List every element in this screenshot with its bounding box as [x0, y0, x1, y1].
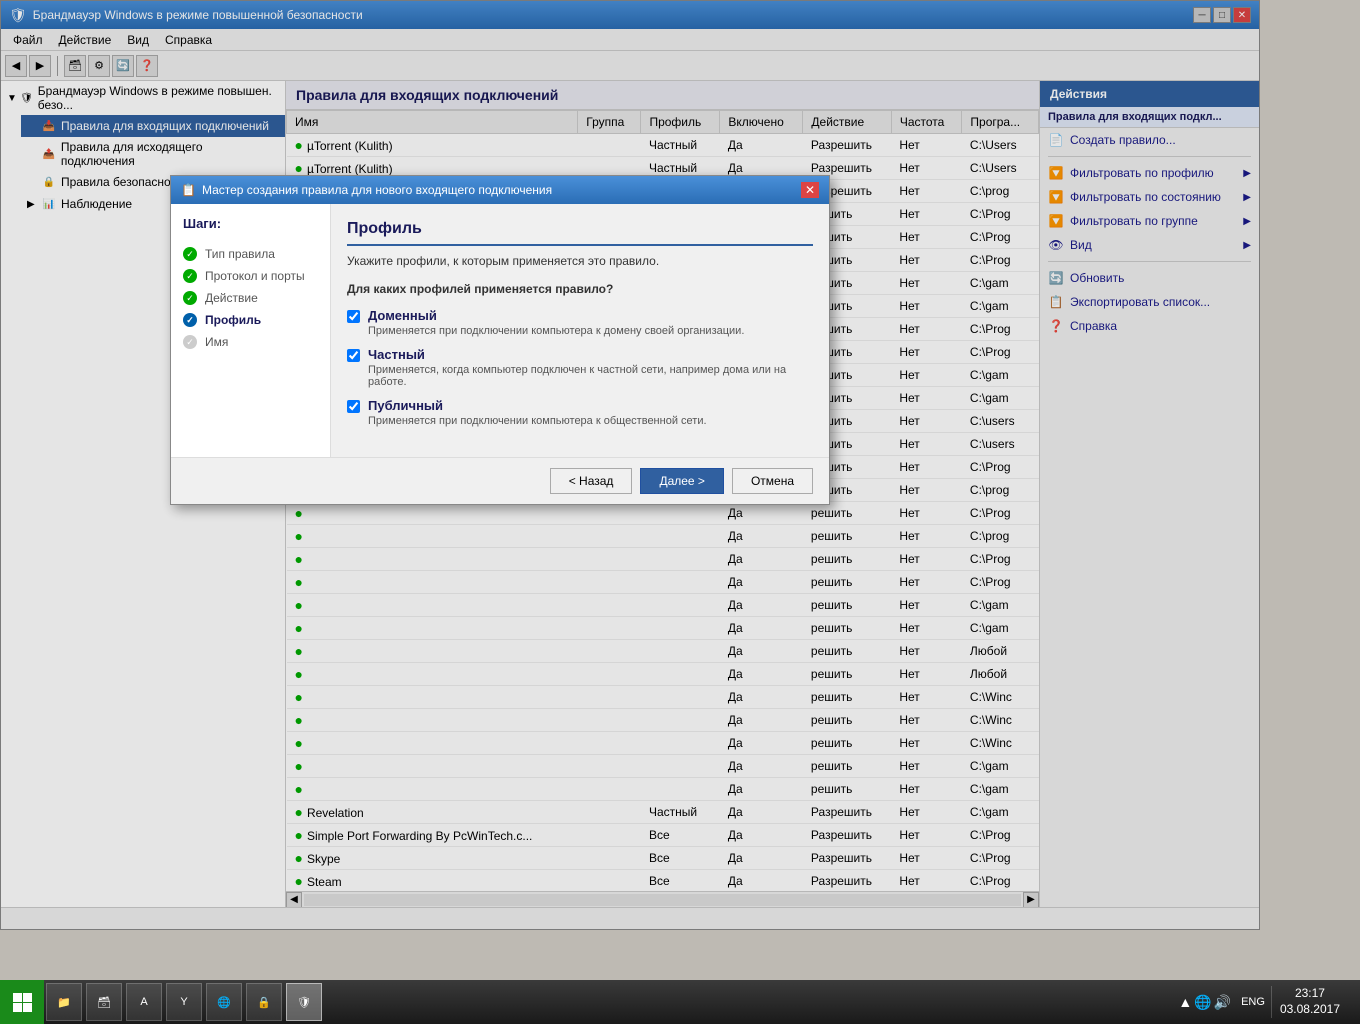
taskbar-items: 📁🗃AY🌐🔒🛡 — [44, 980, 324, 1024]
checkbox-label-0: Доменный Применяется при подключении ком… — [368, 308, 744, 337]
taskbar-item-3[interactable]: Y — [166, 983, 202, 1021]
checkbox-item-0: Доменный Применяется при подключении ком… — [347, 308, 813, 337]
dialog-content: Шаги: Тип правила Протокол и порты Дейст… — [171, 204, 829, 457]
dialog-step-1: Протокол и порты — [183, 265, 318, 287]
step-dot-2 — [183, 291, 197, 305]
profile-checkboxes: Доменный Применяется при подключении ком… — [347, 308, 813, 427]
sound-icon: 🔊 — [1214, 994, 1231, 1011]
dialog-steps-panel: Шаги: Тип правила Протокол и порты Дейст… — [171, 204, 331, 457]
dialog-footer: < Назад Далее > Отмена — [171, 457, 829, 504]
step-label-0: Тип правила — [205, 247, 275, 261]
dialog-step-4: Имя — [183, 331, 318, 353]
taskbar-right: ▲ 🌐 🔊 ENG 23:17 03.08.2017 — [1174, 986, 1360, 1017]
dialog-description: Укажите профили, к которым применяется э… — [347, 254, 813, 268]
dialog-close-button[interactable]: ✕ — [801, 182, 819, 198]
start-button[interactable] — [0, 980, 44, 1024]
dialog-title-bar: 📋 Мастер создания правила для нового вхо… — [171, 176, 829, 204]
step-dot-3 — [183, 313, 197, 327]
steps-heading: Шаги: — [183, 216, 318, 231]
checkbox-item-2: Публичный Применяется при подключении ко… — [347, 398, 813, 427]
network-icon: 🌐 — [1194, 994, 1211, 1011]
dialog-main-content: Профиль Укажите профили, к которым приме… — [331, 204, 829, 457]
dialog-question: Для каких профилей применяется правило? — [347, 282, 813, 296]
clock-time: 23:17 — [1280, 986, 1340, 1002]
dialog-step-2: Действие — [183, 287, 318, 309]
step-label-1: Протокол и порты — [205, 269, 305, 283]
checkbox-label-2: Публичный Применяется при подключении ко… — [368, 398, 707, 427]
notification-area: ▲ 🌐 🔊 — [1174, 994, 1235, 1011]
taskbar-item-2[interactable]: A — [126, 983, 162, 1021]
taskbar-item-4[interactable]: 🌐 — [206, 983, 242, 1021]
new-rule-dialog: 📋 Мастер создания правила для нового вхо… — [170, 175, 830, 505]
checkbox-1[interactable] — [347, 349, 360, 362]
back-button[interactable]: < Назад — [550, 468, 633, 494]
checkbox-item-1: Частный Применяется, когда компьютер под… — [347, 347, 813, 388]
cancel-button[interactable]: Отмена — [732, 468, 813, 494]
dialog-section-header: Профиль — [347, 220, 813, 246]
checkbox-2[interactable] — [347, 400, 360, 413]
steps-list: Тип правила Протокол и порты Действие Пр… — [183, 243, 318, 353]
step-dot-0 — [183, 247, 197, 261]
notif-up-arrow[interactable]: ▲ — [1178, 994, 1192, 1010]
dialog-step-3: Профиль — [183, 309, 318, 331]
checkbox-desc-0: Применяется при подключении компьютера к… — [368, 325, 744, 337]
dialog-overlay: 📋 Мастер создания правила для нового вхо… — [0, 0, 1360, 1024]
step-dot-4 — [183, 335, 197, 349]
step-label-3: Профиль — [205, 313, 261, 327]
taskbar: 📁🗃AY🌐🔒🛡 ▲ 🌐 🔊 ENG 23:17 03.08.2017 — [0, 980, 1360, 1024]
step-label-4: Имя — [205, 335, 228, 349]
clock-date: 03.08.2017 — [1280, 1002, 1340, 1018]
sys-tray: ENG — [1235, 996, 1271, 1008]
step-dot-1 — [183, 269, 197, 283]
lang-indicator[interactable]: ENG — [1241, 996, 1265, 1008]
dialog-step-0: Тип правила — [183, 243, 318, 265]
taskbar-item-6[interactable]: 🛡 — [286, 983, 322, 1021]
taskbar-item-0[interactable]: 📁 — [46, 983, 82, 1021]
checkbox-title-0: Доменный — [368, 308, 437, 323]
dialog-title-text: Мастер создания правила для нового входя… — [202, 183, 552, 197]
checkbox-desc-2: Применяется при подключении компьютера к… — [368, 415, 707, 427]
next-button[interactable]: Далее > — [640, 468, 724, 494]
checkbox-desc-1: Применяется, когда компьютер подключен к… — [368, 364, 813, 388]
checkbox-label-1: Частный Применяется, когда компьютер под… — [368, 347, 813, 388]
clock[interactable]: 23:17 03.08.2017 — [1271, 986, 1348, 1017]
step-label-2: Действие — [205, 291, 258, 305]
dialog-icon: 📋 — [181, 183, 196, 197]
checkbox-title-2: Публичный — [368, 398, 443, 413]
checkbox-0[interactable] — [347, 310, 360, 323]
taskbar-item-1[interactable]: 🗃 — [86, 983, 122, 1021]
taskbar-item-5[interactable]: 🔒 — [246, 983, 282, 1021]
checkbox-title-1: Частный — [368, 347, 425, 362]
